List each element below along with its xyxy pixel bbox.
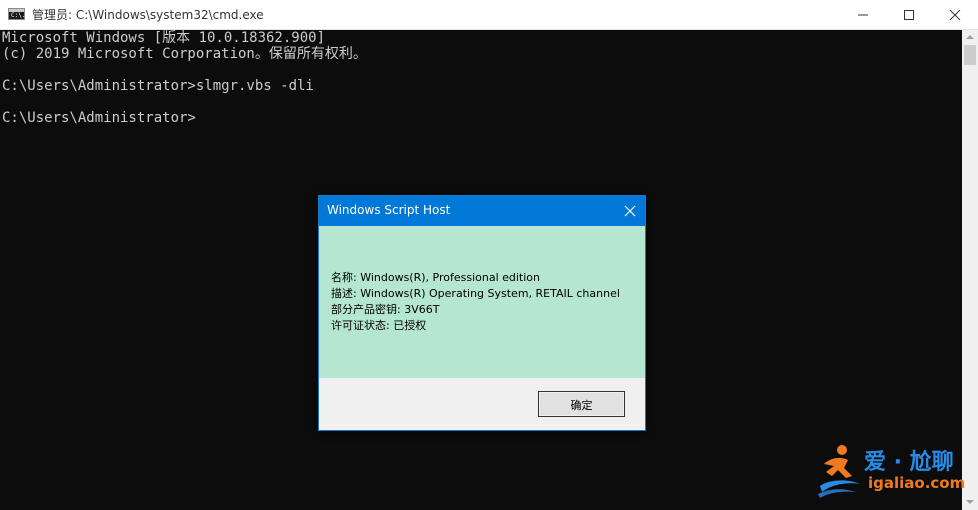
minimize-icon: [858, 14, 868, 16]
ok-button[interactable]: 确定: [538, 391, 625, 417]
console-line: Microsoft Windows [版本 10.0.18362.900]: [2, 30, 326, 46]
scroll-thumb[interactable]: [964, 45, 976, 65]
vertical-scrollbar[interactable]: [962, 30, 978, 510]
watermark-brand: 爱 · 尬聊: [864, 450, 954, 475]
ok-button-label: 确定: [570, 399, 593, 412]
console-prompt: C:\Users\Administrator>: [2, 110, 196, 126]
cmd-icon-text: C:\.: [11, 12, 26, 19]
license-name: 名称: Windows(R), Professional edition: [331, 271, 541, 284]
console-line: (c) 2019 Microsoft Corporation。保留所有权利。: [2, 46, 367, 62]
watermark-logo: 爱 · 尬聊 igaliao.com: [816, 440, 966, 500]
runner-icon: [818, 445, 860, 498]
minimize-button[interactable]: [840, 0, 886, 29]
scroll-up-icon[interactable]: [966, 35, 974, 39]
cmd-icon: C:\.: [8, 8, 25, 20]
dialog-close-button[interactable]: [615, 196, 645, 226]
dialog-title-bar[interactable]: Windows Script Host: [319, 196, 645, 226]
cmd-window: C:\. 管理员: C:\Windows\system32\cmd.exe Mi…: [0, 0, 978, 510]
script-host-dialog: Windows Script Host 名称: Windows(R), Prof…: [318, 195, 646, 431]
title-bar[interactable]: C:\. 管理员: C:\Windows\system32\cmd.exe: [0, 0, 978, 30]
watermark-url: igaliao.com: [868, 474, 966, 492]
dialog-message-area: 名称: Windows(R), Professional edition 描述:…: [319, 226, 645, 378]
maximize-icon: [904, 10, 914, 20]
close-icon: [624, 205, 636, 217]
dialog-title: Windows Script Host: [327, 203, 451, 217]
partial-product-key: 部分产品密钥: 3V66T: [331, 303, 440, 316]
close-button[interactable]: [932, 0, 978, 29]
scroll-down-icon[interactable]: [966, 500, 974, 504]
license-description: 描述: Windows(R) Operating System, RETAIL …: [331, 287, 620, 300]
license-status: 许可证状态: 已授权: [331, 319, 427, 332]
maximize-button[interactable]: [886, 0, 932, 29]
window-title: 管理员: C:\Windows\system32\cmd.exe: [32, 8, 264, 22]
close-icon: [949, 9, 961, 21]
console-line: C:\Users\Administrator>slmgr.vbs -dli: [2, 78, 314, 94]
